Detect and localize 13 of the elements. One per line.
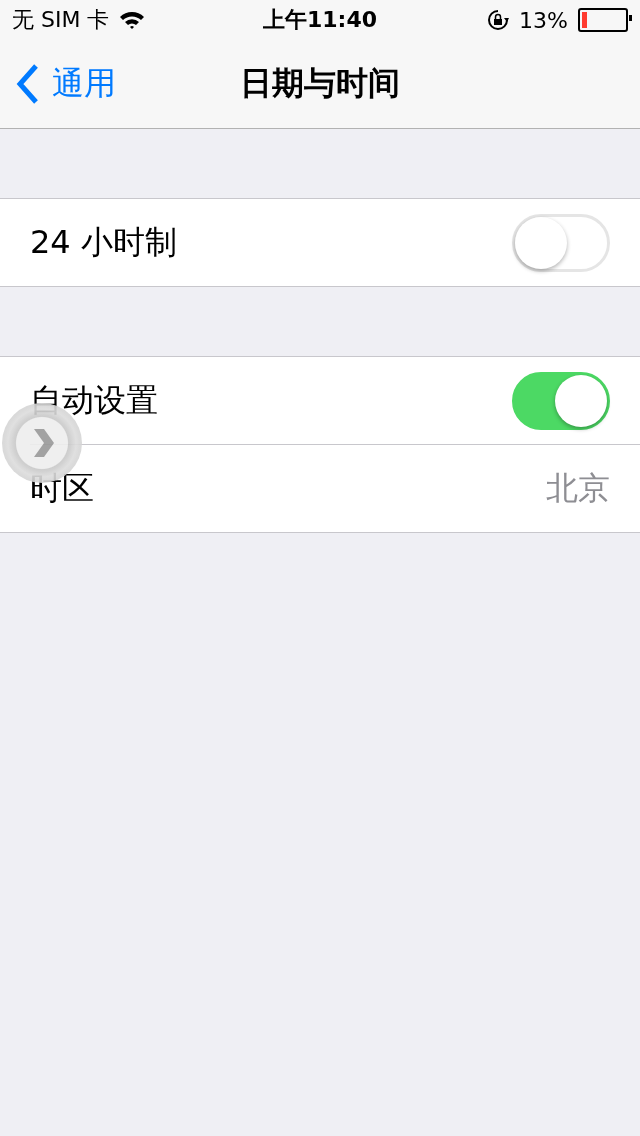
clock-text: 上午11:40 (263, 6, 377, 34)
setting-value[interactable]: 北京 (546, 466, 610, 511)
toggle-switch[interactable] (512, 371, 610, 430)
setting-label: 自动设置 (30, 379, 158, 421)
carrier-text: 无 SIM 卡 (12, 6, 110, 34)
setting-label: 时区 (30, 467, 94, 509)
setting-label: 24 小时制 (30, 221, 177, 263)
back-button[interactable]: 通用 (0, 62, 116, 106)
rotation-lock-icon (487, 9, 510, 31)
wifi-icon (119, 10, 146, 30)
chevron-left-icon (14, 64, 40, 104)
page-title: 日期与时间 (240, 63, 400, 104)
battery-percent: 13% (519, 7, 568, 33)
